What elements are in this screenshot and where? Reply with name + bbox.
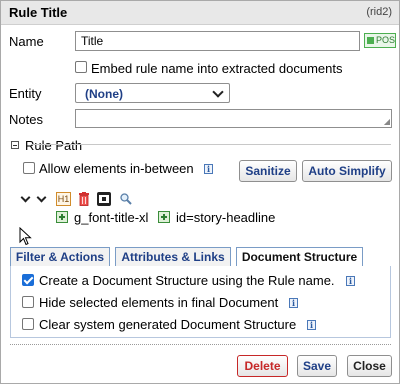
tab-attributes-links[interactable]: Attributes & Links xyxy=(115,247,231,267)
chevron-down-icon[interactable] xyxy=(36,192,47,203)
notes-label: Notes xyxy=(9,112,43,127)
class-attribute-label[interactable]: g_font-title-xl xyxy=(74,210,148,225)
notes-textarea[interactable]: ◢ xyxy=(75,109,392,128)
hide-elements-label: Hide selected elements in final Document xyxy=(39,295,279,310)
clear-structure-label: Clear system generated Document Structur… xyxy=(39,317,297,332)
embed-name-label: Embed rule name into extracted documents xyxy=(91,61,343,76)
entity-label: Entity xyxy=(9,86,42,101)
sanitize-button[interactable]: Sanitize xyxy=(239,160,297,182)
embed-name-checkbox[interactable] xyxy=(75,61,87,73)
create-structure-label: Create a Document Structure using the Ru… xyxy=(39,273,335,288)
entity-selected-value: (None) xyxy=(85,87,123,101)
rule-id: (rid2) xyxy=(366,6,392,18)
pos-icon xyxy=(367,37,374,44)
footer-divider xyxy=(10,344,391,345)
rule-path-divider xyxy=(31,144,391,145)
entity-select[interactable]: (None) xyxy=(75,83,230,103)
source-code-icon[interactable] xyxy=(97,192,111,206)
allow-between-checkbox[interactable] xyxy=(23,162,35,174)
info-icon[interactable]: i xyxy=(204,164,213,174)
dialog-title: Rule Title xyxy=(9,5,68,20)
rule-path-header: Rule Path xyxy=(25,138,83,153)
save-button[interactable]: Save xyxy=(297,355,337,377)
add-id-icon[interactable] xyxy=(158,211,170,223)
name-input[interactable] xyxy=(75,31,360,51)
add-class-icon[interactable] xyxy=(56,211,68,223)
id-attribute-label[interactable]: id=story-headline xyxy=(176,210,275,225)
mouse-cursor-icon xyxy=(19,227,32,246)
info-icon[interactable]: i xyxy=(289,298,298,308)
auto-simplify-button[interactable]: Auto Simplify xyxy=(302,160,392,182)
dialog-titlebar[interactable]: Rule Title (rid2) xyxy=(1,1,399,25)
clear-structure-checkbox[interactable] xyxy=(22,318,34,330)
rule-dialog: Rule Title (rid2) Name POS Embed rule na… xyxy=(0,0,400,384)
info-icon[interactable]: i xyxy=(346,276,355,286)
hide-elements-checkbox[interactable] xyxy=(22,296,34,308)
tab-filter-actions[interactable]: Filter & Actions xyxy=(10,247,110,267)
collapse-icon[interactable] xyxy=(11,141,19,149)
element-tag-badge[interactable]: H1 xyxy=(56,192,71,206)
create-structure-checkbox[interactable] xyxy=(22,274,34,286)
pos-tagger-badge[interactable]: POS xyxy=(364,33,396,48)
chevron-down-icon[interactable] xyxy=(20,192,31,203)
trash-icon[interactable] xyxy=(78,192,90,206)
close-button[interactable]: Close xyxy=(347,355,392,377)
name-label: Name xyxy=(9,34,44,49)
resize-grip-icon[interactable]: ◢ xyxy=(384,118,390,126)
magnifier-icon[interactable] xyxy=(119,192,133,206)
info-icon[interactable]: i xyxy=(307,320,316,330)
chevron-down-icon xyxy=(212,86,224,98)
allow-between-label: Allow elements in-between xyxy=(39,161,194,176)
tab-document-structure[interactable]: Document Structure xyxy=(236,247,363,268)
delete-button[interactable]: Delete xyxy=(237,355,288,377)
